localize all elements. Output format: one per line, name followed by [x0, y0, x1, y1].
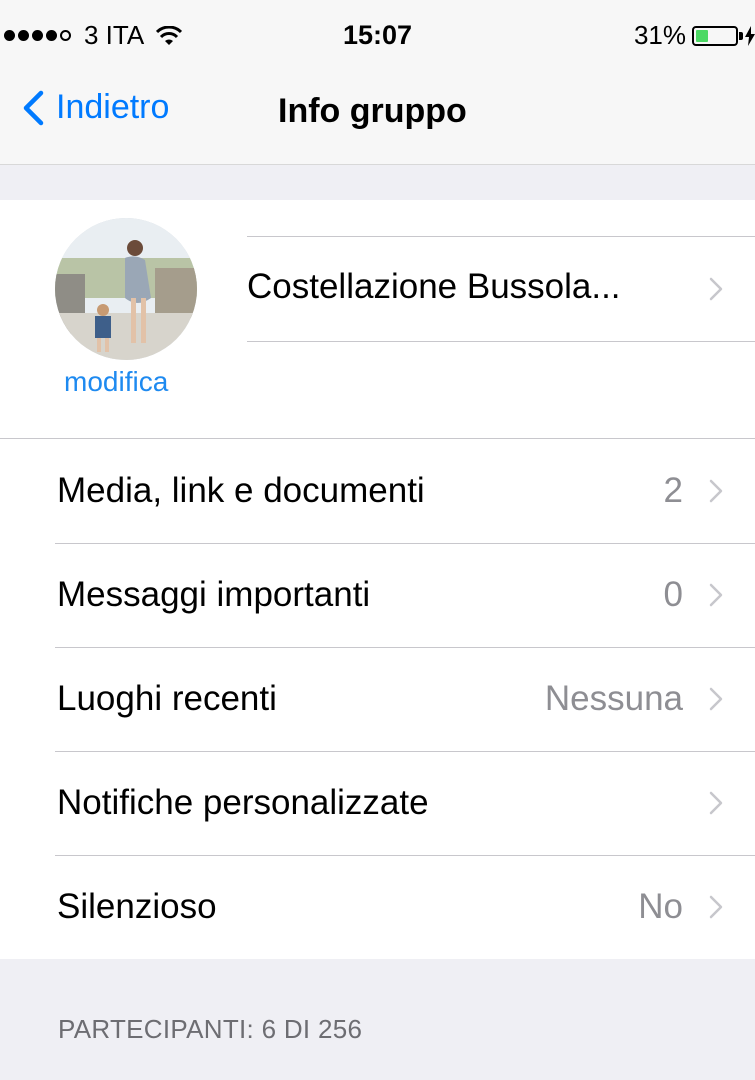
page-title: Info gruppo [278, 92, 467, 130]
row-value: No [638, 887, 683, 926]
chevron-right-icon [709, 479, 723, 503]
battery-percent: 31% [633, 20, 686, 50]
battery-icon [692, 25, 738, 46]
status-right: 31% [634, 20, 755, 51]
edit-photo-link[interactable]: modifica [64, 366, 168, 398]
group-photo [55, 218, 197, 360]
chevron-right-icon [709, 277, 723, 301]
battery-nub [739, 31, 743, 40]
row-label: Notifiche personalizzate [57, 783, 429, 822]
row-value: Nessuna [544, 679, 683, 718]
chevron-right-icon [709, 895, 723, 919]
chevron-left-icon [23, 90, 44, 125]
row-mute[interactable]: Silenzioso No [0, 855, 755, 959]
row-value: 0 [663, 575, 683, 614]
row-starred-messages[interactable]: Messaggi importanti 0 [0, 543, 755, 647]
chevron-right-icon [709, 687, 723, 711]
navigation-bar: Indietro Info gruppo [0, 72, 755, 165]
row-label: Messaggi importanti [57, 575, 371, 614]
group-avatar[interactable] [55, 218, 197, 360]
battery-fill [696, 29, 708, 42]
chevron-right-icon [709, 791, 723, 815]
group-name-row[interactable]: Costellazione Bussola... [247, 236, 755, 342]
row-custom-notifications[interactable]: Notifiche personalizzate [0, 751, 755, 855]
group-info-screen: 3 ITA 15:07 31% Indietro Info gruppo mod… [0, 0, 755, 1080]
row-media-links-docs[interactable]: Media, link e documenti 2 [0, 439, 755, 543]
participants-section: PARTECIPANTI: 6 DI 256 [0, 960, 755, 1080]
group-header: modifica Costellazione Bussola... [0, 200, 755, 438]
back-label: Indietro [56, 88, 170, 126]
settings-list: Media, link e documenti 2 Messaggi impor… [0, 438, 755, 959]
row-label: Silenzioso [57, 887, 217, 926]
back-button[interactable]: Indietro [22, 88, 169, 127]
row-recent-locations[interactable]: Luoghi recenti Nessuna [0, 647, 755, 751]
row-label: Luoghi recenti [57, 679, 277, 718]
row-label: Media, link e documenti [57, 471, 425, 510]
charging-bolt-icon [745, 25, 755, 46]
chevron-right-icon [709, 583, 723, 607]
status-bar: 3 ITA 15:07 31% [0, 0, 755, 72]
row-value: 2 [663, 471, 683, 510]
group-name: Costellazione Bussola... [247, 267, 621, 306]
participants-caption: PARTECIPANTI: 6 DI 256 [58, 1014, 363, 1044]
